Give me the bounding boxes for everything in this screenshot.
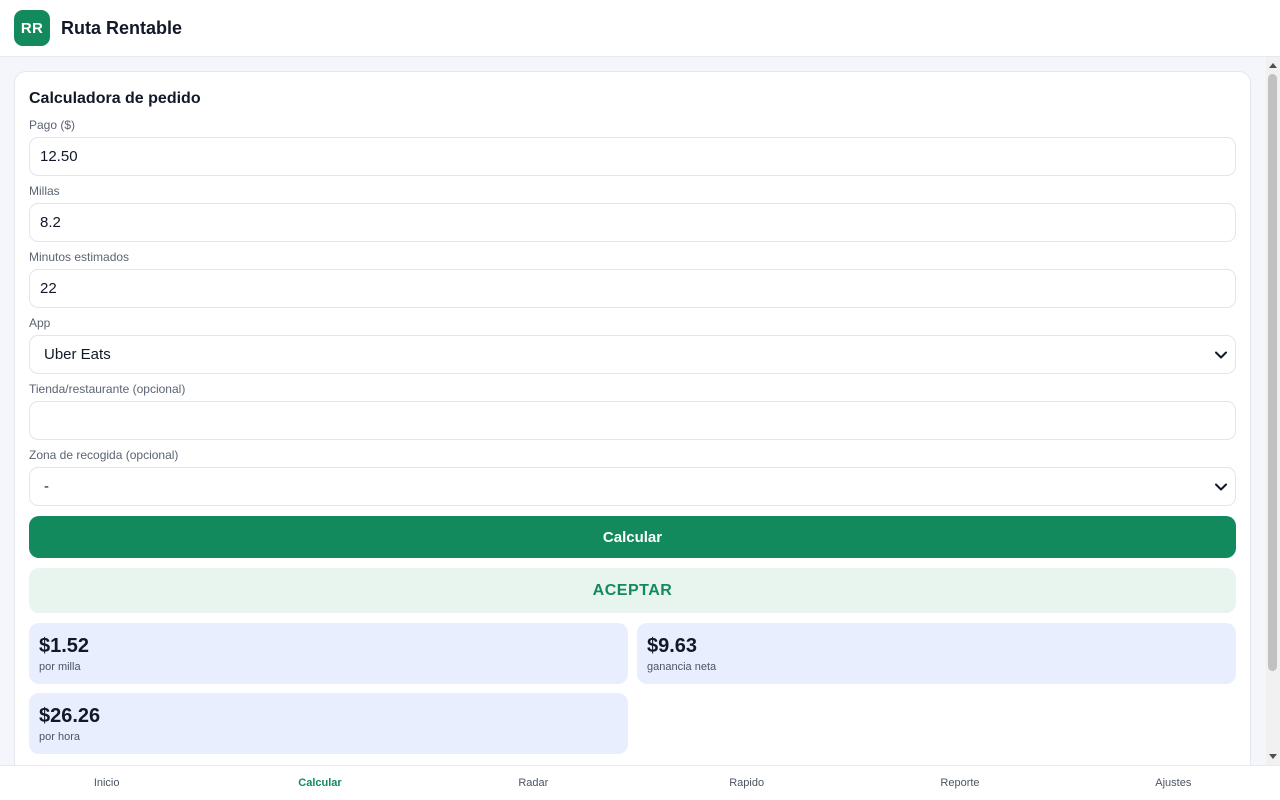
millas-input[interactable]: 8.2 [29,203,1236,242]
per-hour-value: $26.26 [39,705,101,727]
tienda-label: Tienda/restaurante (opcional) [29,382,186,396]
app-logo: RR [14,10,50,46]
calculate-button[interactable]: Calcular [29,516,1236,558]
verdict-banner: ACEPTAR [29,568,1236,613]
minutos-label: Minutos estimados [29,250,130,264]
scroll-up-icon[interactable] [1269,63,1277,68]
pago-label: Pago ($) [29,118,76,132]
results-grid: $1.52 por milla $9.63 ganancia neta $26.… [29,623,1236,754]
per-hour-label: por hora [39,731,80,743]
zona-select[interactable]: - [29,467,1236,506]
per-mile-value: $1.52 [39,635,90,657]
scroll-thumb[interactable] [1268,74,1277,671]
app-select-value: Uber Eats [44,346,111,363]
nav-item-ajustes[interactable]: Ajustes [1067,766,1280,800]
net-earnings-stat: $9.63 ganancia neta [637,623,1236,684]
bottom-nav: Inicio Calcular Radar Rapido Reporte Aju… [0,765,1280,800]
scroll-down-icon[interactable] [1269,754,1277,759]
nav-item-reporte[interactable]: Reporte [853,766,1066,800]
chevron-down-icon [1215,481,1227,493]
calculator-card: Calculadora de pedido Pago ($) 12.50 Mil… [14,71,1251,765]
app-title: Ruta Rentable [61,17,183,38]
net-earnings-value: $9.63 [647,635,698,657]
nav-item-inicio[interactable]: Inicio [0,766,213,800]
per-mile-label: por milla [39,661,81,673]
main-content: Calculadora de pedido Pago ($) 12.50 Mil… [0,57,1266,765]
minutos-input[interactable]: 22 [29,269,1236,308]
zona-label: Zona de recogida (opcional) [29,448,179,462]
top-bar: RR Ruta Rentable [0,0,1280,57]
app-label: App [29,316,51,330]
net-earnings-label: ganancia neta [647,661,717,673]
pago-input[interactable]: 12.50 [29,137,1236,176]
tienda-input[interactable] [29,401,1236,440]
nav-item-rapido[interactable]: Rapido [640,766,853,800]
nav-item-radar[interactable]: Radar [427,766,640,800]
card-title: Calculadora de pedido [29,90,201,107]
chevron-down-icon [1215,349,1227,361]
millas-label: Millas [29,184,60,198]
nav-item-calcular[interactable]: Calcular [213,766,426,800]
app-select[interactable]: Uber Eats [29,335,1236,374]
per-mile-stat: $1.52 por milla [29,623,628,684]
per-hour-stat: $26.26 por hora [29,693,628,754]
vertical-scrollbar[interactable] [1266,57,1280,765]
zona-select-value: - [44,478,49,495]
